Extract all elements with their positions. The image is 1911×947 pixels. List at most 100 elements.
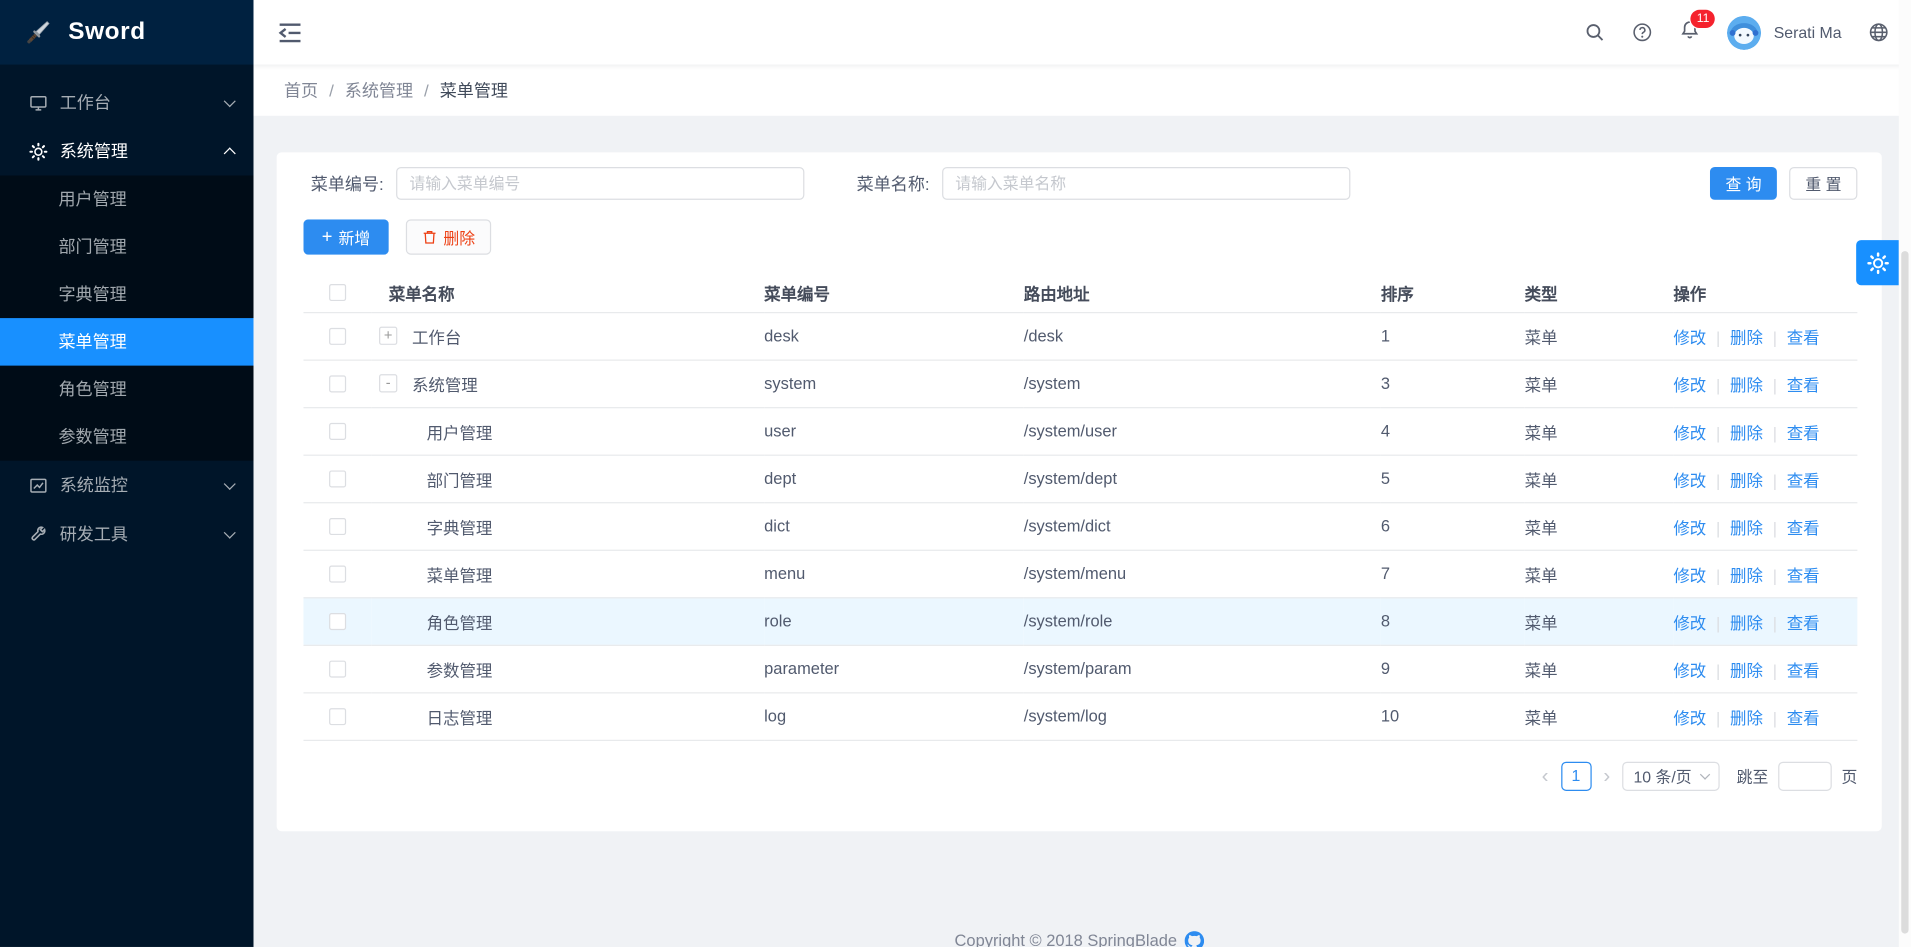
- cell-actions: 修改|删除|查看: [1673, 312, 1857, 360]
- scrollbar-thumb[interactable]: [1901, 251, 1908, 934]
- table-row[interactable]: 参数管理 parameter /system/param 9 菜单 修改|删除|…: [303, 645, 1857, 693]
- row-checkbox[interactable]: [329, 707, 346, 724]
- action-delete[interactable]: 删除: [1730, 471, 1763, 489]
- menu-name-input[interactable]: [942, 167, 1350, 200]
- page-root: Sword 工作台 系统: [0, 0, 1911, 947]
- globe-icon[interactable]: [1868, 22, 1889, 43]
- next-page-button[interactable]: ›: [1601, 762, 1613, 789]
- gear-icon: [29, 142, 47, 160]
- sidebar-subitem[interactable]: 菜单管理: [0, 318, 254, 366]
- prev-page-button[interactable]: ‹: [1539, 762, 1551, 789]
- row-checkbox[interactable]: [329, 517, 346, 534]
- action-edit[interactable]: 修改: [1673, 519, 1706, 537]
- action-view[interactable]: 查看: [1787, 424, 1820, 442]
- sidebar-subitem[interactable]: 角色管理: [0, 366, 254, 414]
- action-edit[interactable]: 修改: [1673, 614, 1706, 632]
- action-edit[interactable]: 修改: [1673, 424, 1706, 442]
- table-row[interactable]: + 工作台 desk /desk 1 菜单 修改|删除|查看: [303, 312, 1857, 360]
- table-row[interactable]: 用户管理 user /system/user 4 菜单 修改|删除|查看: [303, 407, 1857, 455]
- help-icon[interactable]: [1632, 22, 1653, 43]
- notification-badge: 11: [1691, 9, 1715, 27]
- row-checkbox[interactable]: [329, 470, 346, 487]
- notifications-button[interactable]: 11: [1680, 19, 1701, 46]
- sidebar-item-system[interactable]: 系统管理: [0, 127, 254, 176]
- breadcrumb-system[interactable]: 系统管理: [345, 78, 413, 102]
- action-delete[interactable]: 删除: [1730, 566, 1763, 584]
- action-delete[interactable]: 删除: [1730, 376, 1763, 394]
- column-header: 操作: [1673, 274, 1857, 312]
- sidebar-subitem[interactable]: 部门管理: [0, 223, 254, 271]
- column-header: 菜单名称: [372, 274, 764, 312]
- select-all-checkbox[interactable]: [329, 284, 346, 301]
- sidebar-item-devtools[interactable]: 研发工具: [0, 509, 254, 558]
- action-view[interactable]: 查看: [1787, 614, 1820, 632]
- sword-icon: [22, 16, 54, 48]
- cell-path: /system/menu: [1024, 550, 1381, 598]
- sidebar-subitem[interactable]: 参数管理: [0, 413, 254, 461]
- action-edit[interactable]: 修改: [1673, 471, 1706, 489]
- column-header: 路由地址: [1024, 274, 1381, 312]
- row-checkbox[interactable]: [329, 327, 346, 344]
- table-row[interactable]: 部门管理 dept /system/dept 5 菜单 修改|删除|查看: [303, 455, 1857, 503]
- expander[interactable]: -: [379, 374, 397, 392]
- cell-actions: 修改|删除|查看: [1673, 645, 1857, 693]
- table-row[interactable]: - 系统管理 system /system 3 菜单 修改|删除|查看: [303, 360, 1857, 408]
- sidebar-subitem[interactable]: 字典管理: [0, 271, 254, 319]
- github-icon[interactable]: [1184, 931, 1204, 947]
- chevron-down-icon: [224, 477, 236, 489]
- table-row[interactable]: 字典管理 dict /system/dict 6 菜单 修改|删除|查看: [303, 502, 1857, 550]
- table-row[interactable]: 角色管理 role /system/role 8 菜单 修改|删除|查看: [303, 597, 1857, 645]
- action-edit[interactable]: 修改: [1673, 376, 1706, 394]
- sidebar-item-monitor[interactable]: 系统监控: [0, 461, 254, 510]
- cell-sort: 4: [1381, 407, 1525, 455]
- action-edit[interactable]: 修改: [1673, 709, 1706, 727]
- search-button[interactable]: 查 询: [1710, 167, 1778, 200]
- avatar[interactable]: [1727, 15, 1761, 49]
- action-delete[interactable]: 删除: [1730, 661, 1763, 679]
- action-edit[interactable]: 修改: [1673, 661, 1706, 679]
- action-view[interactable]: 查看: [1787, 709, 1820, 727]
- search-form: 菜单编号: 菜单名称: 查 询 重 置: [311, 167, 1858, 200]
- action-delete[interactable]: 删除: [1730, 614, 1763, 632]
- row-checkbox[interactable]: [329, 660, 346, 677]
- search-icon[interactable]: [1585, 22, 1606, 43]
- action-delete[interactable]: 删除: [1730, 424, 1763, 442]
- page-number-current[interactable]: 1: [1561, 761, 1591, 790]
- reset-button[interactable]: 重 置: [1790, 167, 1858, 200]
- trash-icon: [421, 229, 437, 245]
- action-view[interactable]: 查看: [1787, 661, 1820, 679]
- menu-code-input[interactable]: [396, 167, 804, 200]
- page-size-select[interactable]: 10 条/页: [1622, 761, 1719, 790]
- table-row[interactable]: 菜单管理 menu /system/menu 7 菜单 修改|删除|查看: [303, 550, 1857, 598]
- action-view[interactable]: 查看: [1787, 566, 1820, 584]
- cell-name-text: 日志管理: [427, 704, 493, 728]
- app-logo[interactable]: Sword: [0, 0, 254, 65]
- action-delete[interactable]: 删除: [1730, 328, 1763, 346]
- action-view[interactable]: 查看: [1787, 519, 1820, 537]
- jump-page-input[interactable]: [1778, 761, 1832, 790]
- delete-button[interactable]: 删除: [406, 219, 491, 254]
- action-delete[interactable]: 删除: [1730, 709, 1763, 727]
- action-view[interactable]: 查看: [1787, 376, 1820, 394]
- row-checkbox[interactable]: [329, 565, 346, 582]
- action-view[interactable]: 查看: [1787, 328, 1820, 346]
- breadcrumb-home[interactable]: 首页: [284, 78, 318, 102]
- table-row[interactable]: 日志管理 log /system/log 10 菜单 修改|删除|查看: [303, 692, 1857, 740]
- sidebar-item-workbench[interactable]: 工作台: [0, 78, 254, 127]
- row-checkbox[interactable]: [329, 375, 346, 392]
- row-checkbox[interactable]: [329, 422, 346, 439]
- menu-fold-icon[interactable]: [277, 19, 304, 46]
- page-suffix-label: 页: [1842, 764, 1858, 787]
- user-name[interactable]: Serati Ma: [1774, 23, 1842, 41]
- sidebar-subitem[interactable]: 用户管理: [0, 176, 254, 224]
- expander[interactable]: +: [379, 327, 397, 345]
- add-button[interactable]: + 新增: [303, 219, 388, 254]
- row-checkbox[interactable]: [329, 612, 346, 629]
- action-delete[interactable]: 删除: [1730, 519, 1763, 537]
- action-view[interactable]: 查看: [1787, 471, 1820, 489]
- cell-sort: 9: [1381, 645, 1525, 693]
- action-edit[interactable]: 修改: [1673, 328, 1706, 346]
- action-edit[interactable]: 修改: [1673, 566, 1706, 584]
- column-header: 菜单编号: [764, 274, 1024, 312]
- settings-drawer-button[interactable]: [1856, 240, 1899, 285]
